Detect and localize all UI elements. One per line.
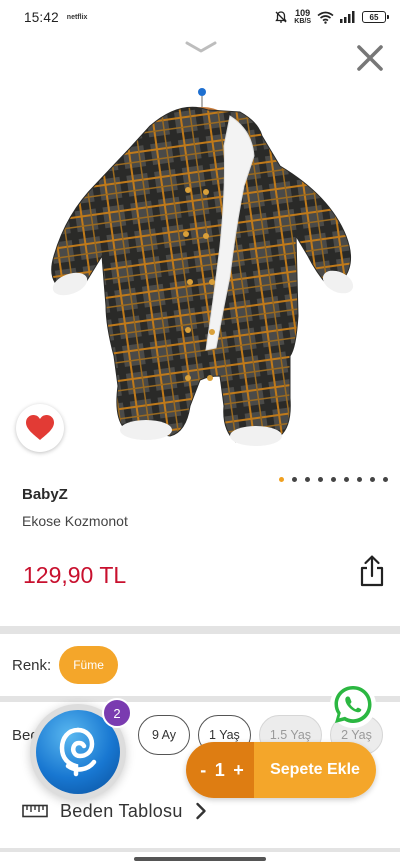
heart-icon bbox=[26, 415, 54, 440]
status-right: 109 KB/S 65 bbox=[274, 8, 389, 26]
size-table-label: Beden Tablosu bbox=[60, 800, 183, 821]
chevron-right-icon bbox=[195, 802, 206, 820]
status-bar: 15:42 netflix 109 KB/S 65 bbox=[0, 0, 400, 34]
quantity-increase-button[interactable]: + bbox=[233, 760, 244, 781]
pagination-dot[interactable] bbox=[383, 477, 388, 482]
product-image-gallery[interactable] bbox=[0, 34, 400, 482]
pagination-dot[interactable] bbox=[292, 477, 297, 482]
plaid-jumpsuit-image bbox=[51, 88, 354, 446]
network-speed: 109 KB/S bbox=[294, 8, 311, 26]
product-brand[interactable]: BabyZ bbox=[22, 486, 68, 503]
battery-level: 65 bbox=[369, 12, 379, 22]
favorite-button[interactable] bbox=[16, 404, 64, 452]
pagination-dot[interactable] bbox=[344, 477, 349, 482]
home-indicator[interactable] bbox=[134, 857, 266, 861]
pagination-dot[interactable] bbox=[305, 477, 310, 482]
pagination-dot-active[interactable] bbox=[279, 477, 284, 482]
network-speed-value: 109 bbox=[295, 8, 311, 18]
chevron-down-icon[interactable] bbox=[184, 40, 218, 54]
product-price: 129,90 TL bbox=[23, 562, 127, 588]
size-option[interactable]: 9 Ay bbox=[138, 715, 190, 755]
pagination-dot[interactable] bbox=[318, 477, 323, 482]
color-label: Renk: bbox=[12, 656, 52, 674]
section-divider bbox=[0, 848, 400, 852]
notification-badge: 2 bbox=[102, 698, 132, 728]
quantity-decrease-button[interactable]: - bbox=[200, 760, 206, 781]
close-icon bbox=[357, 45, 383, 71]
size-table-link[interactable]: Beden Tablosu bbox=[22, 796, 207, 826]
share-button[interactable] bbox=[356, 553, 388, 589]
battery-icon: 65 bbox=[362, 11, 389, 23]
add-to-cart-button[interactable]: Sepete Ekle bbox=[254, 742, 376, 798]
network-speed-unit: KB/S bbox=[294, 18, 311, 25]
whatsapp-button[interactable] bbox=[330, 682, 376, 728]
add-to-cart-bar: - 1 + Sepete Ekle bbox=[186, 742, 376, 798]
pagination-dot[interactable] bbox=[331, 477, 336, 482]
signal-icon bbox=[340, 11, 355, 23]
status-time: 15:42 bbox=[24, 9, 59, 25]
gallery-pagination bbox=[279, 477, 388, 482]
mute-bell-icon bbox=[275, 11, 287, 23]
wifi-icon bbox=[317, 11, 334, 24]
assistant-logo-icon bbox=[59, 727, 97, 777]
product-detail-screen: 15:42 netflix 109 KB/S 65 BabyZ Ekose Ko… bbox=[0, 0, 400, 866]
product-name: Ekose Kozmonot bbox=[22, 513, 128, 529]
close-button[interactable] bbox=[350, 38, 390, 78]
status-left: 15:42 netflix bbox=[24, 10, 87, 25]
color-option-selected[interactable]: Füme bbox=[59, 646, 118, 684]
ruler-icon bbox=[22, 804, 48, 818]
netflix-notification-icon: netflix bbox=[66, 13, 88, 21]
quantity-stepper: - 1 + bbox=[186, 742, 254, 798]
pagination-dot[interactable] bbox=[357, 477, 362, 482]
pagination-dot[interactable] bbox=[370, 477, 375, 482]
section-divider bbox=[0, 626, 400, 634]
share-icon bbox=[360, 555, 384, 587]
quantity-value: 1 bbox=[214, 759, 225, 780]
whatsapp-icon bbox=[334, 686, 372, 723]
